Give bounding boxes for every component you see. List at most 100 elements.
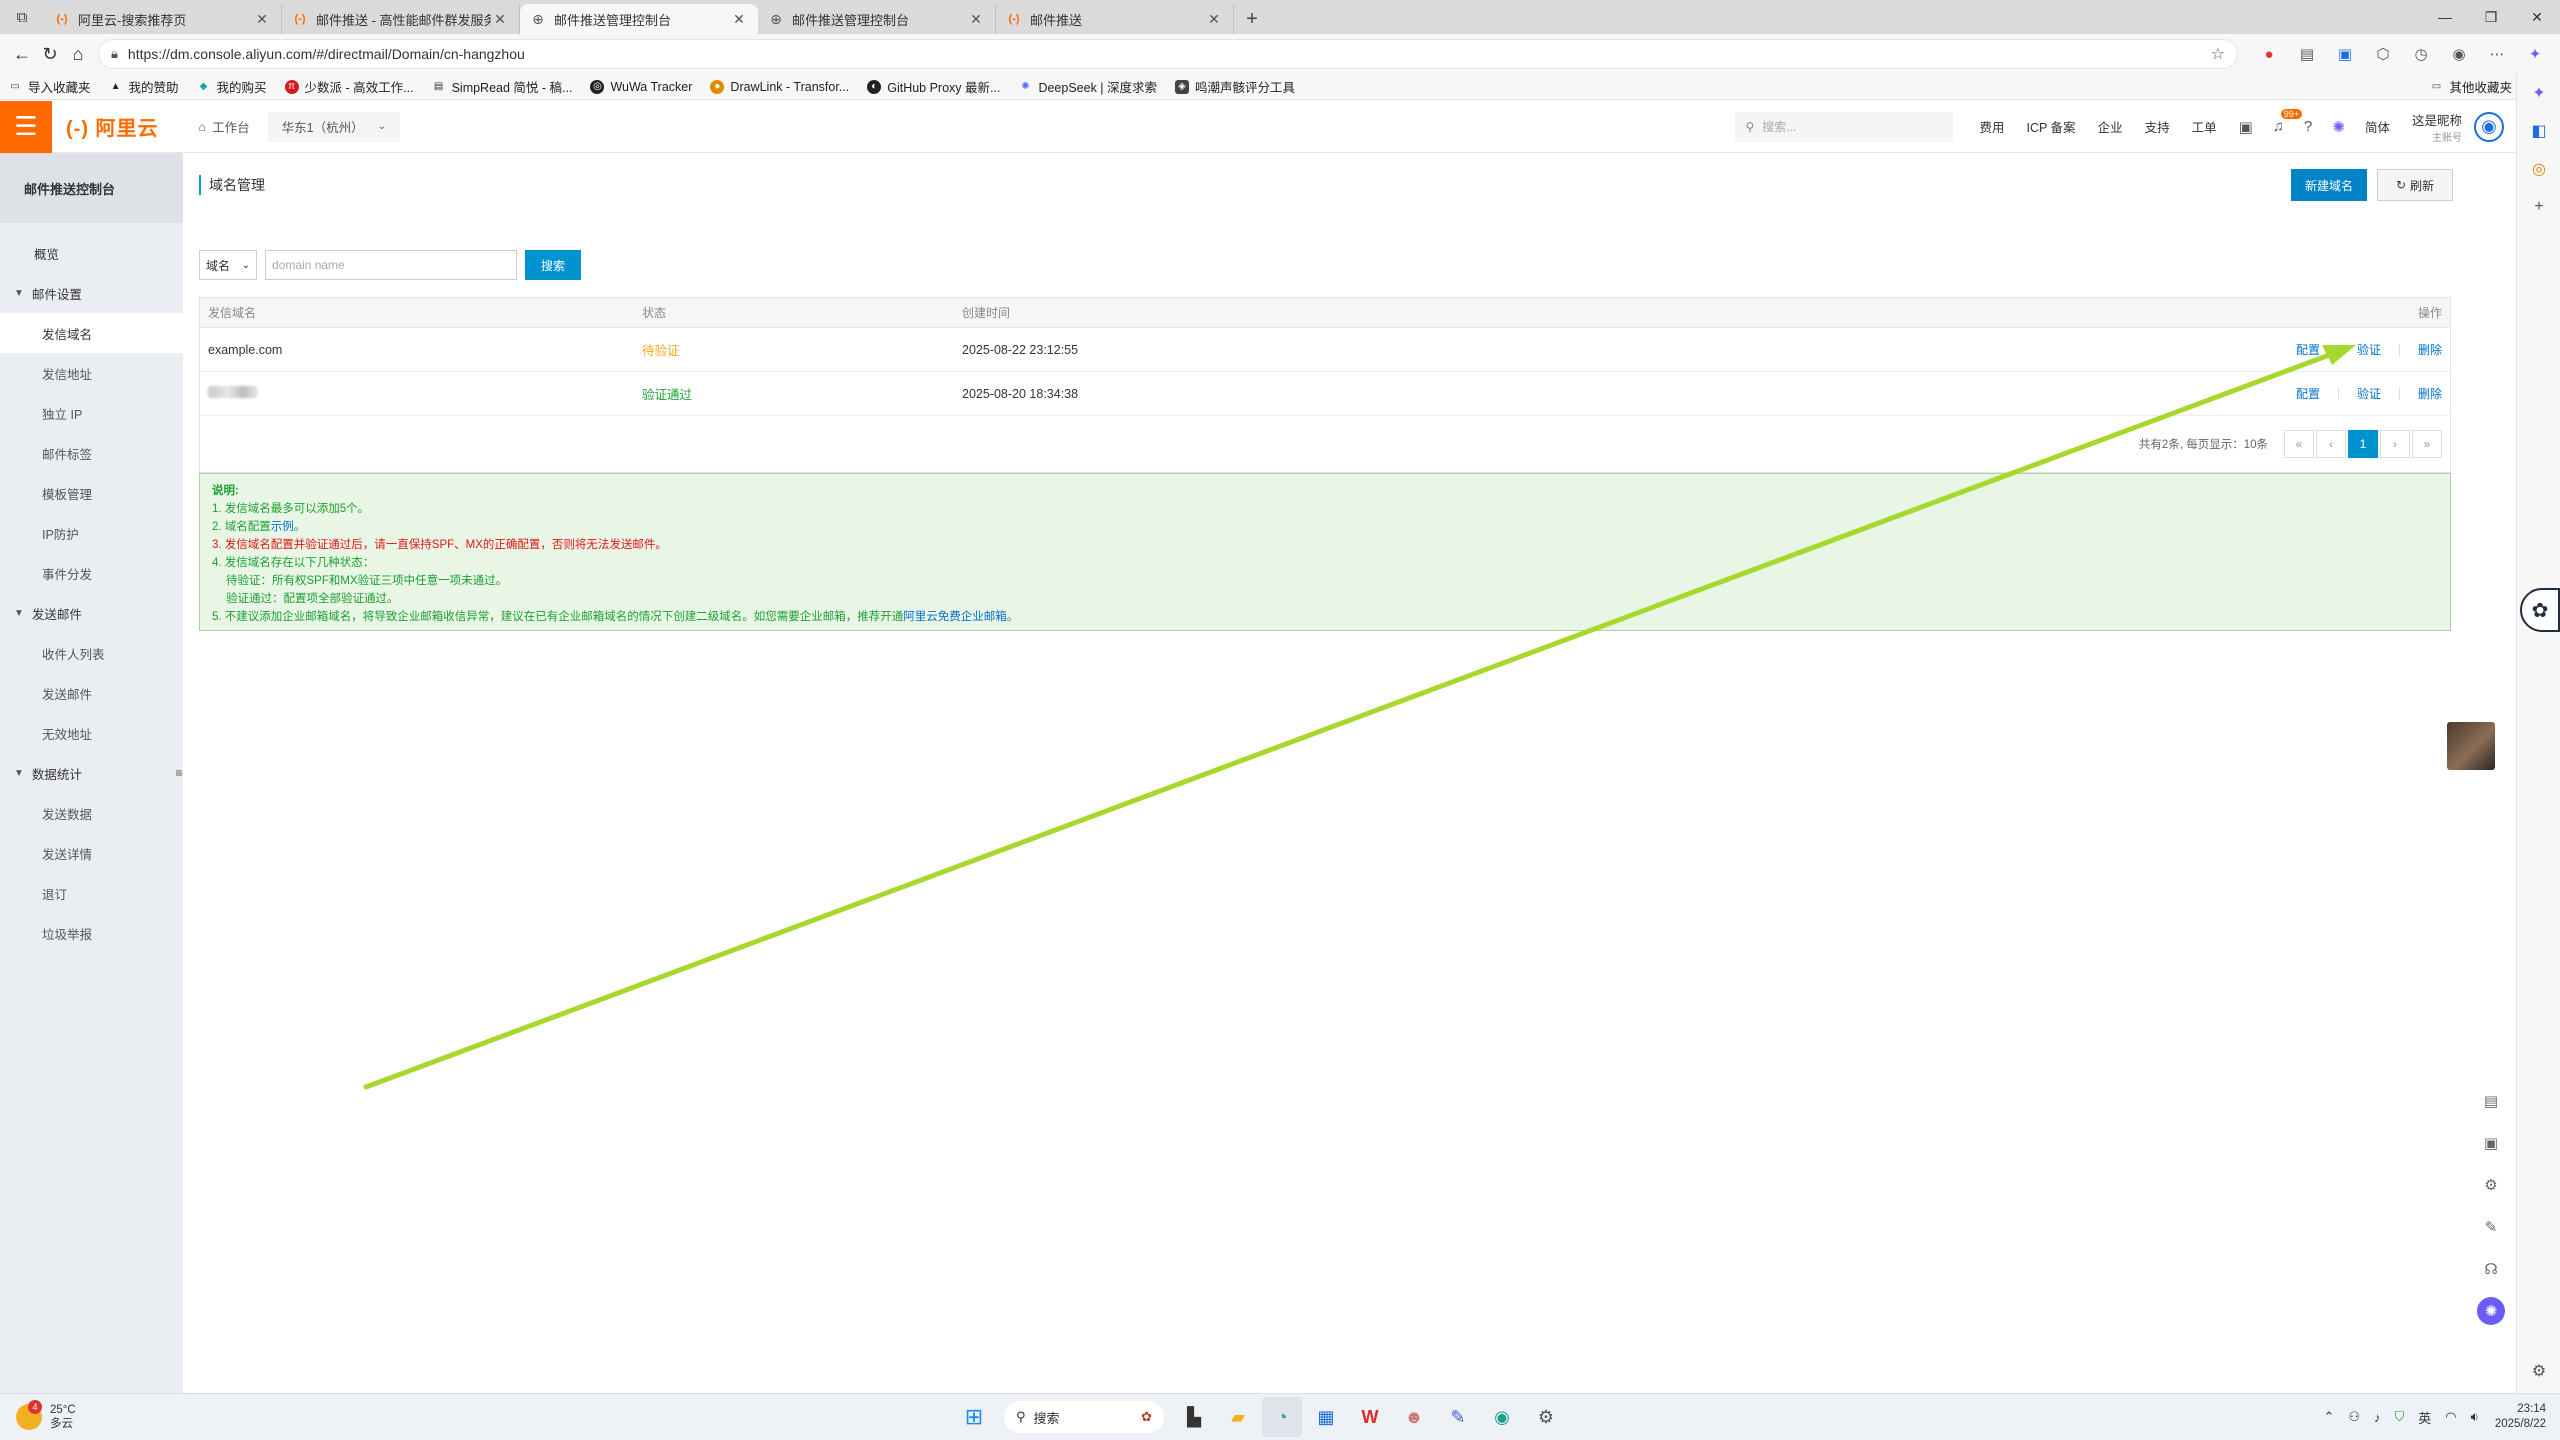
free-enterprise-mail-link[interactable]: 阿里云免费企业邮箱 [903, 611, 1007, 623]
search-button[interactable]: 搜索 [525, 250, 581, 280]
filter-field-select[interactable]: 域名 ⌄ [199, 250, 257, 280]
reload-icon[interactable]: ↻ [36, 38, 64, 70]
sidebar-item-spam-reports[interactable]: 垃圾举报 [0, 913, 183, 953]
browser-tab[interactable]: (-) 阿里云-搜索推荐页 ✕ [44, 4, 282, 34]
minimize-icon[interactable]: — [2422, 0, 2468, 34]
bookmark-item[interactable]: ● DrawLink - Transfor... [710, 79, 849, 94]
help-icon[interactable]: ? [2304, 118, 2312, 135]
new-tab-button[interactable]: + [1234, 4, 1270, 34]
sidebar-settings-icon[interactable]: ⚙ [2517, 1352, 2560, 1390]
sidebar-item-event-dispatch[interactable]: 事件分发 [0, 553, 183, 593]
document-icon[interactable]: ▤ [2466, 1080, 2516, 1122]
sidebar-item-sender-domain[interactable]: 发信域名 [0, 313, 183, 353]
more-menu-icon[interactable]: ⋯ [2480, 39, 2514, 69]
tab-actions-icon[interactable]: ⧉ [0, 0, 44, 34]
bookmark-item[interactable]: ✺ DeepSeek | 深度求索 [1018, 77, 1157, 96]
home-icon[interactable]: ⌂ [64, 38, 92, 70]
region-selector[interactable]: 华东1（杭州） ⌄ [267, 111, 400, 142]
sidebar-item-sender-address[interactable]: 发信地址 [0, 353, 183, 393]
close-tab-icon[interactable]: ✕ [730, 11, 748, 28]
configure-link[interactable]: 配置 [2296, 385, 2320, 402]
extensions-puzzle-icon[interactable]: ⬡ [2366, 39, 2400, 69]
refresh-button[interactable]: ↻ 刷新 [2377, 169, 2453, 201]
verify-link[interactable]: 验证 [2357, 341, 2381, 358]
browser-tab-active[interactable]: ⊕ 邮件推送管理控制台 ✕ [520, 4, 758, 34]
bookmark-item[interactable]: ▭ 导入收藏夹 [8, 77, 90, 96]
outlook-icon[interactable]: ◧ [2517, 112, 2560, 150]
other-bookmarks[interactable]: ▭ 其他收藏夹 [2429, 77, 2512, 96]
browser-tab[interactable]: (-) 邮件推送 ✕ [996, 4, 1234, 34]
reading-view-icon[interactable]: ▤ [2290, 39, 2324, 69]
ai-icon[interactable]: ✺ [2466, 1290, 2516, 1332]
copilot-sidebar-icon[interactable]: ✦ [2517, 74, 2560, 112]
floating-video-thumbnail[interactable] [2447, 722, 2495, 770]
tray-overflow-icon[interactable]: ⌃ [2323, 1409, 2334, 1425]
file-explorer-icon[interactable]: ▰ [1218, 1397, 1258, 1437]
restore-icon[interactable]: ❐ [2468, 0, 2514, 34]
domain-search-input[interactable]: domain name [265, 250, 517, 280]
new-domain-button[interactable]: 新建域名 [2290, 169, 2367, 201]
aliyun-logo[interactable]: (-) 阿里云 [66, 112, 159, 141]
sidebar-item-unsubscribe[interactable]: 退订 [0, 873, 183, 913]
top-link-icp[interactable]: ICP 备案 [2026, 117, 2075, 136]
site-info-icon[interactable]: 🔒︎ [111, 46, 118, 62]
bookmark-item[interactable]: ▤ SimpRead 简悦 - 稿... [432, 77, 573, 96]
workbench-link[interactable]: ⌂ 工作台 [199, 117, 250, 136]
start-icon[interactable]: ⊞ [954, 1397, 994, 1437]
clock[interactable]: 23:14 2025/8/22 [2495, 1402, 2546, 1432]
sidebar-item-dedicated-ip[interactable]: 独立 IP [0, 393, 183, 433]
delete-link[interactable]: 删除 [2418, 341, 2442, 358]
first-page-button[interactable]: « [2284, 430, 2314, 458]
ai-assistant-icon[interactable]: ✺ [2332, 118, 2345, 136]
bell-icon[interactable]: ♫ 99+ [2273, 109, 2303, 135]
page-number-button[interactable]: 1 [2348, 430, 2378, 458]
sidebar-item-send-mail[interactable]: 发送邮件 [0, 673, 183, 713]
bookmark-item[interactable]: ◐ GitHub Proxy 最新... [867, 77, 1000, 96]
support-icon[interactable]: ☊ [2466, 1248, 2516, 1290]
settings-app-icon[interactable]: ⚙ [1526, 1397, 1566, 1437]
bookmark-item[interactable]: π 少数派 - 高效工作... [284, 77, 414, 96]
store-icon[interactable]: ▦ [1306, 1397, 1346, 1437]
example-link[interactable]: 示例 [271, 521, 294, 533]
sidebar-item-invalid-address[interactable]: 无效地址 [0, 713, 183, 753]
favorite-star-icon[interactable]: ☆ [2211, 44, 2225, 64]
browser-tab[interactable]: (-) 邮件推送 - 高性能邮件群发服务 - ✕ [282, 4, 520, 34]
back-icon[interactable]: ← [8, 38, 36, 70]
sidebar-item-templates[interactable]: 模板管理 [0, 473, 183, 513]
close-tab-icon[interactable]: ✕ [253, 11, 271, 28]
sidebar-item-recipient-list[interactable]: 收件人列表 [0, 633, 183, 673]
ime-indicator[interactable]: 英 [2418, 1408, 2431, 1427]
configure-link[interactable]: 配置 [2296, 341, 2320, 358]
bookmark-item[interactable]: ◈ 鸣潮声骸评分工具 [1175, 77, 1295, 96]
console-search-input[interactable]: ⚲ 搜索... [1735, 111, 1954, 142]
weather-widget[interactable]: 4 25°C 多云 [16, 1400, 76, 1431]
tray-app-icon[interactable]: ⚇ [2348, 1409, 2360, 1425]
app-dark-icon[interactable]: ◉ [1482, 1397, 1522, 1437]
top-link-ticket[interactable]: 工单 [2192, 117, 2217, 136]
volume-icon[interactable]: 🔉︎ [2471, 1409, 2479, 1425]
edit-icon[interactable]: ✎ [2466, 1206, 2516, 1248]
top-link-enterprise[interactable]: 企业 [2098, 117, 2123, 136]
volume-small-icon[interactable]: ♪ [2374, 1410, 2381, 1425]
copilot-icon[interactable]: ✦ [2518, 39, 2552, 69]
sidebar-item-overview[interactable]: 概览 [0, 233, 183, 273]
history-icon[interactable]: ◷ [2404, 39, 2438, 69]
close-tab-icon[interactable]: ✕ [967, 11, 985, 28]
language-switch[interactable]: 简体 [2365, 117, 2390, 136]
games-icon[interactable]: ◎ [2517, 150, 2560, 188]
add-sidebar-app-icon[interactable]: + [2517, 188, 2560, 226]
prev-page-button[interactable]: ‹ [2316, 430, 2346, 458]
image-icon[interactable]: ▣ [2239, 118, 2253, 136]
task-view-icon[interactable]: ▙ [1174, 1397, 1214, 1437]
extension-badge-icon[interactable]: ▣ [2328, 39, 2362, 69]
app-avatar-icon[interactable]: ☻ [1394, 1397, 1434, 1437]
security-icon[interactable]: ⛉ [2395, 1409, 2405, 1425]
top-link-billing[interactable]: 费用 [1979, 117, 2004, 136]
wps-icon[interactable]: W [1350, 1397, 1390, 1437]
bookmark-item[interactable]: ◆ 我的购买 [197, 77, 267, 96]
menu-icon[interactable]: ☰ [0, 100, 52, 153]
app-feather-icon[interactable]: ✎ [1438, 1397, 1478, 1437]
close-tab-icon[interactable]: ✕ [491, 11, 509, 28]
assistant-float-icon[interactable]: ✿ [2520, 588, 2560, 632]
avatar[interactable]: ◉ [2474, 111, 2504, 142]
